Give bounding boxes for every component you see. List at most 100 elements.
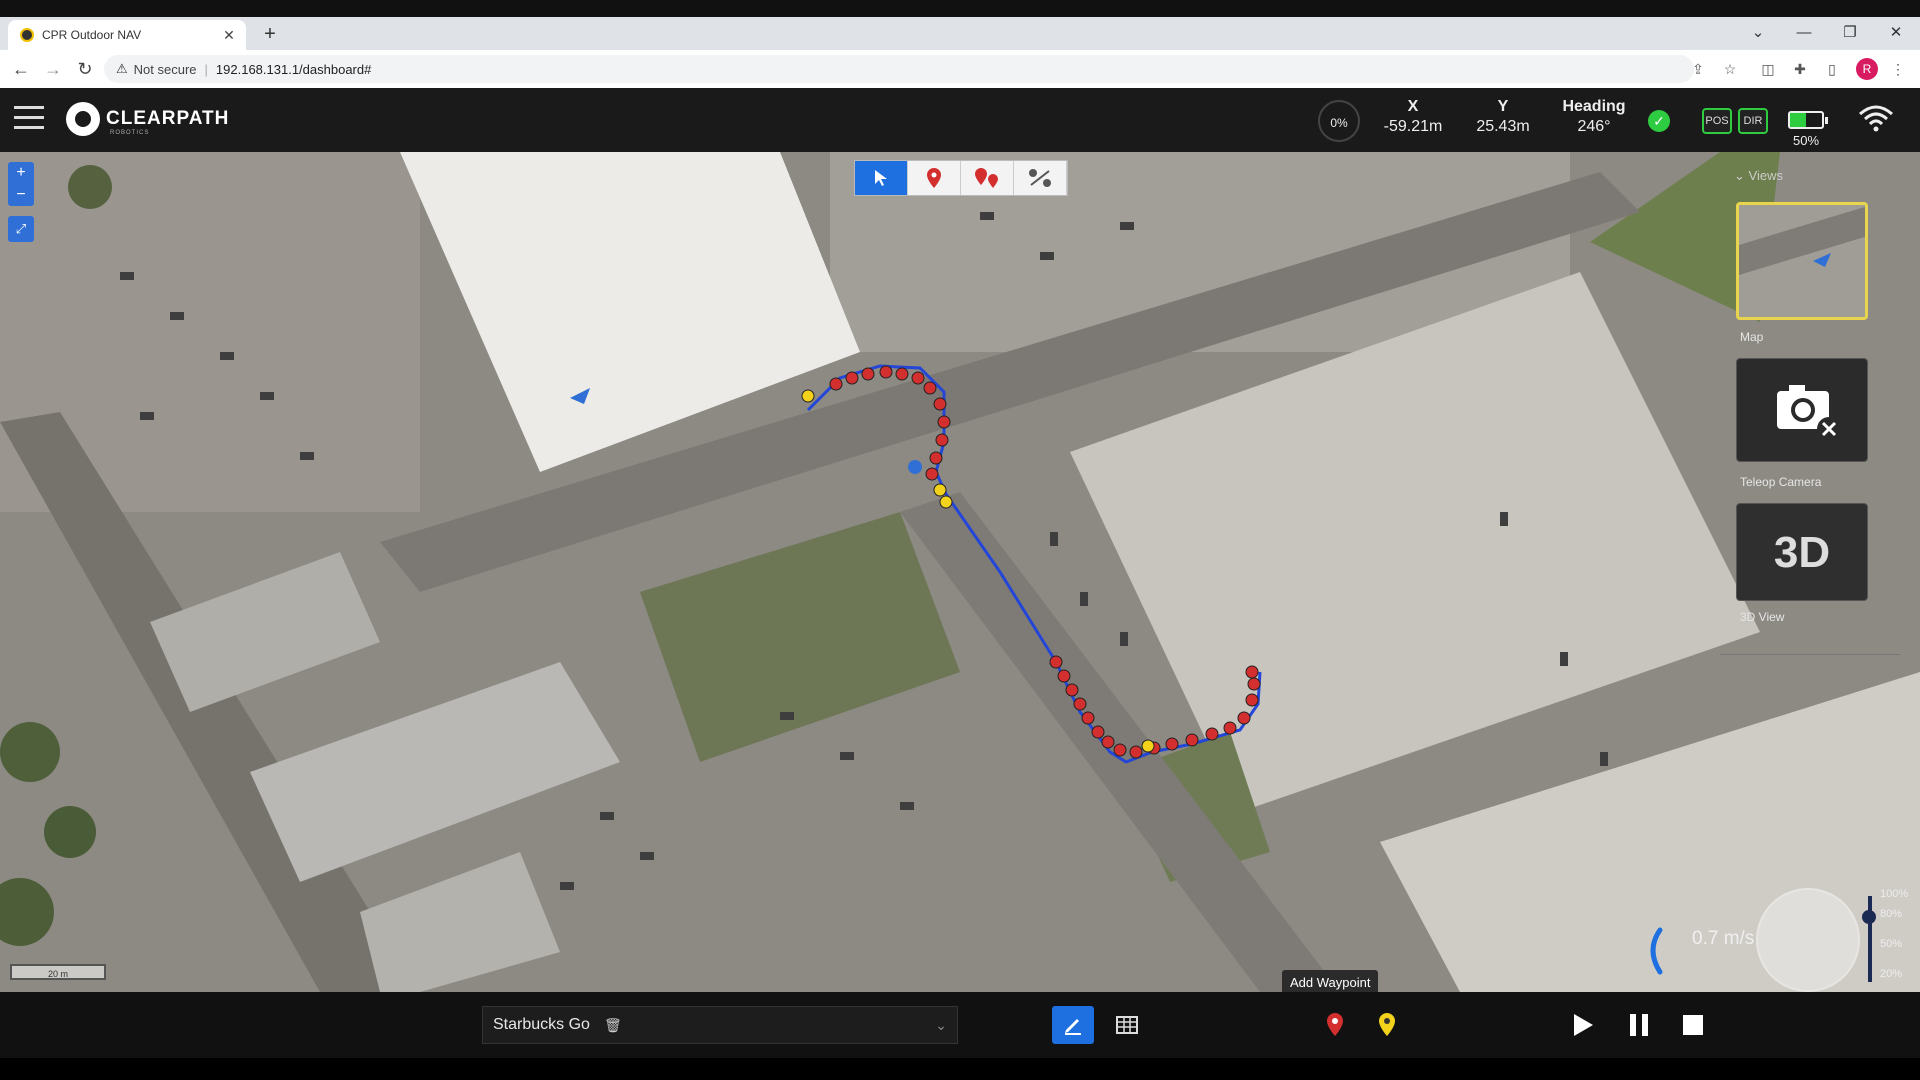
clearpath-logo-mark-icon — [66, 102, 100, 136]
view-3d-button[interactable]: 3D — [1736, 503, 1868, 601]
app-header — [0, 88, 1920, 152]
heading-value: 246° — [1577, 118, 1611, 135]
back-icon[interactable]: ← — [8, 57, 34, 81]
tab-strip — [0, 17, 1920, 50]
view-teleop-camera[interactable] — [1736, 358, 1868, 462]
pos-button[interactable]: POS — [1702, 108, 1732, 134]
view-map-thumbnail[interactable] — [1736, 202, 1868, 320]
url-separator: | — [204, 61, 208, 77]
url-field[interactable]: ⚠ Not secure | 192.168.131.1/dashboard# — [104, 55, 1694, 83]
play-icon — [1574, 1014, 1593, 1036]
mission-select[interactable]: Starbucks Go 🗑 ⌄ — [482, 1006, 958, 1044]
status-ok-icon: ✓ — [1648, 110, 1670, 132]
add-yellow-waypoint-button[interactable] — [1366, 1006, 1408, 1044]
forward-icon[interactable]: → — [40, 57, 66, 81]
zoom-control: + − — [8, 162, 34, 206]
brand-sub: ROBOTICS — [110, 130, 150, 136]
speed-tick-100: 100% — [1880, 888, 1909, 900]
zoom-in-button[interactable]: + — [8, 162, 34, 184]
cursor-icon — [875, 170, 887, 186]
window-close-icon[interactable]: ✕ — [1876, 20, 1916, 46]
red-pin-icon — [1327, 1013, 1343, 1036]
reload-icon[interactable]: ↻ — [72, 57, 98, 81]
single-waypoint-tool-button[interactable] — [908, 161, 961, 195]
select-tool-button[interactable] — [855, 161, 908, 195]
restore-icon[interactable]: ❐ — [1830, 20, 1870, 46]
speed-tick-80: 80% — [1880, 908, 1903, 920]
view-camera-label: Teleop Camera — [1740, 475, 1822, 489]
heading-readout: Heading 246° — [1556, 98, 1632, 136]
stop-button[interactable] — [1672, 1006, 1714, 1044]
view-map-label: Map — [1740, 330, 1764, 344]
map-scale-bar: 20 m — [10, 964, 106, 980]
bookmark-star-icon[interactable]: ☆ — [1720, 59, 1740, 79]
brand-name: CLEARPATH — [106, 108, 230, 129]
not-secure-label: Not secure — [133, 61, 197, 77]
minimize-icon[interactable]: — — [1784, 20, 1824, 46]
extension-icon[interactable]: ◫ — [1758, 59, 1778, 79]
site-favicon-icon — [20, 28, 34, 42]
share-icon[interactable]: ⇪ — [1688, 59, 1708, 79]
speed-slider-handle[interactable] — [1862, 910, 1876, 924]
speed-gauge-icon — [1650, 927, 1663, 975]
mission-name: Starbucks Go — [493, 1016, 590, 1033]
map-thumbnail-image — [1739, 205, 1865, 317]
views-divider — [1720, 654, 1900, 655]
x-value: -59.21m — [1383, 118, 1443, 135]
view-3d-label: 3D View — [1740, 610, 1785, 624]
table-view-button[interactable] — [1106, 1006, 1148, 1044]
waypoint-layer — [801, 365, 1261, 759]
bottom-strip — [0, 1058, 1920, 1080]
fit-view-icon[interactable]: ⤢ — [8, 216, 34, 242]
x-readout: X -59.21m — [1380, 98, 1446, 136]
tab-close-icon[interactable]: ✕ — [220, 27, 238, 44]
map-tool-bar — [854, 160, 1068, 196]
chevron-down-icon: ⌄ — [1734, 168, 1749, 183]
mission-progress-indicator: 0% — [1318, 100, 1360, 142]
puzzle-extensions-icon[interactable]: ✚ — [1790, 59, 1810, 79]
battery-icon — [1788, 111, 1828, 129]
speed-tick-20: 20% — [1880, 968, 1903, 980]
hamburger-menu-icon[interactable] — [14, 106, 44, 130]
zoom-out-button[interactable]: − — [8, 184, 34, 206]
yellow-pin-icon — [1379, 1013, 1395, 1036]
y-label: Y — [1497, 98, 1509, 115]
tab-title: CPR Outdoor NAV — [42, 28, 142, 42]
speed-readout: 0.7 m/s — [1692, 928, 1755, 949]
x-label: X — [1407, 98, 1419, 115]
path-tool-button[interactable] — [1014, 161, 1067, 195]
satellite-map[interactable] — [0, 152, 1920, 992]
heading-label: Heading — [1562, 98, 1626, 115]
warning-icon: ⚠ — [116, 61, 128, 76]
pencil-icon — [1065, 1019, 1081, 1035]
views-header[interactable]: ⌄ Views — [1734, 168, 1783, 184]
trash-icon[interactable]: 🗑 — [604, 1017, 622, 1034]
y-value: 25.43m — [1476, 118, 1530, 135]
pin-icon — [927, 168, 941, 188]
new-tab-button[interactable]: + — [258, 20, 282, 48]
clearpath-logo: CLEARPATH ROBOTICS — [66, 102, 229, 136]
edit-mission-button[interactable] — [1052, 1006, 1094, 1044]
stop-icon — [1683, 1015, 1703, 1035]
browser-menu-icon[interactable]: ⋮ — [1888, 59, 1908, 79]
dir-button[interactable]: DIR — [1738, 108, 1768, 134]
chevron-down-icon: ⌄ — [935, 1016, 947, 1033]
multi-waypoint-tool-button[interactable] — [961, 161, 1014, 195]
battery-percent: 50% — [1792, 133, 1820, 148]
speed-tick-50: 50% — [1880, 938, 1903, 950]
y-readout: Y 25.43m — [1470, 98, 1536, 136]
battery-fill — [1790, 113, 1806, 127]
profile-avatar[interactable]: R — [1856, 58, 1878, 80]
url-text: 192.168.131.1/dashboard# — [215, 61, 372, 77]
browser-tab[interactable]: CPR Outdoor NAV ✕ — [8, 20, 246, 50]
teleop-joystick[interactable] — [1756, 888, 1860, 992]
multi-pin-icon — [975, 168, 998, 188]
window-top-strip — [0, 0, 1920, 17]
speed-slider-track[interactable] — [1868, 896, 1872, 982]
pause-button[interactable] — [1618, 1006, 1660, 1044]
add-waypoint-button[interactable] — [1314, 1006, 1356, 1044]
sidepanel-icon[interactable]: ▯ — [1822, 59, 1842, 79]
route-icon — [1029, 169, 1051, 187]
play-button[interactable] — [1562, 1006, 1604, 1044]
tab-search-icon[interactable]: ⌄ — [1738, 20, 1778, 46]
